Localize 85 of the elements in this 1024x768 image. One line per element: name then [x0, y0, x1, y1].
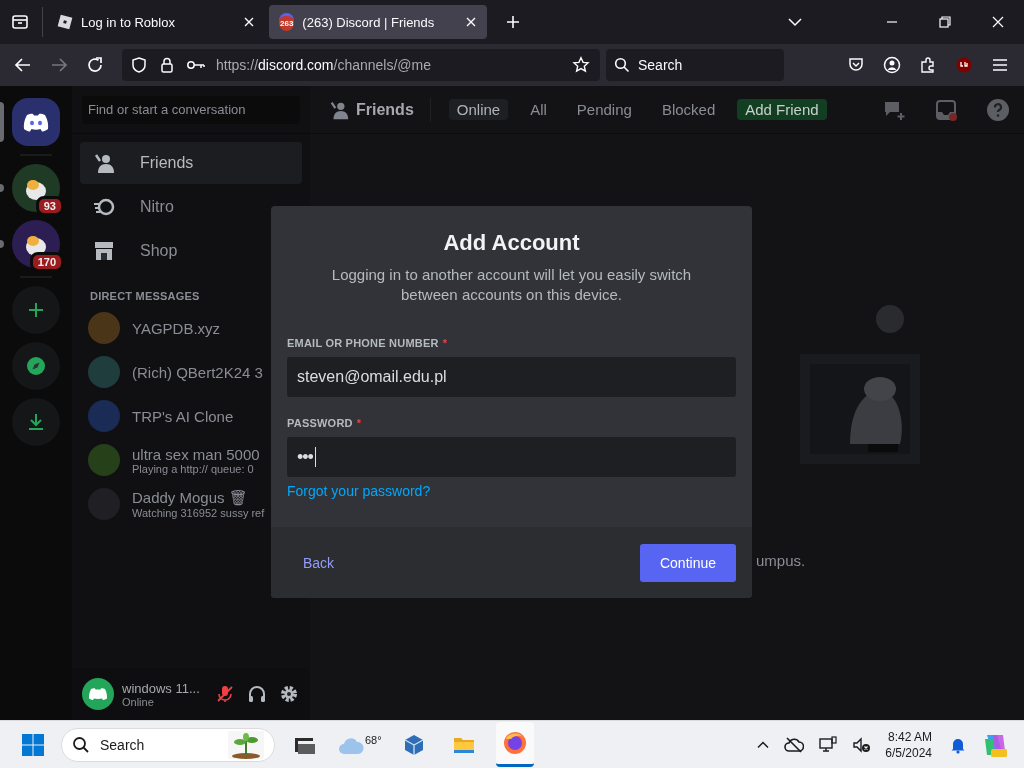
new-tab-icon[interactable]	[505, 14, 521, 30]
back-icon[interactable]	[14, 56, 32, 74]
tab-badge: 263	[279, 13, 295, 31]
unread-badge: 170	[29, 252, 64, 272]
muted-microphone-icon[interactable]	[215, 684, 235, 704]
search-icon	[72, 735, 90, 754]
unread-badge: 93	[35, 196, 64, 216]
star-icon[interactable]	[572, 56, 590, 74]
status-text: Online	[122, 695, 155, 708]
network-icon[interactable]	[818, 735, 839, 754]
filter-tab[interactable]: Pending	[568, 99, 640, 120]
address-bar[interactable]: https://discord.com/channels/@me	[122, 49, 600, 81]
cloud-off-icon[interactable]	[784, 735, 805, 754]
temperature-text: 68°	[365, 733, 382, 746]
user-name: ultra sex man 5000	[132, 445, 260, 463]
storefront-icon	[92, 239, 116, 263]
puzzle-icon[interactable]	[919, 56, 937, 74]
user-name: Daddy Mogus 🗑	[132, 489, 249, 507]
shield-extension-icon[interactable]	[955, 56, 973, 74]
continue-button[interactable]: Continue	[640, 543, 736, 582]
filter-tab[interactable]: Online	[448, 99, 509, 120]
empty-state-text: umpus.	[756, 552, 806, 569]
field-label: EMAIL OR PHONE NUMBER	[287, 337, 439, 349]
windows-start-icon[interactable]	[21, 732, 45, 757]
menu-icon[interactable]	[991, 56, 1009, 74]
controller-logo-icon	[22, 112, 50, 132]
field-label: PASSWORD	[287, 417, 353, 429]
filter-tab[interactable]: All	[522, 99, 555, 120]
activity-text: Watching 316952 sussy ref	[132, 507, 265, 519]
close-icon[interactable]	[465, 16, 477, 28]
add-friend-button[interactable]: Add Friend	[737, 99, 827, 120]
tab-title: Log in to Roblox	[81, 14, 176, 30]
compass-icon	[25, 355, 47, 377]
plus-icon	[26, 300, 46, 320]
download-button[interactable]	[12, 398, 60, 446]
filter-tab[interactable]: Blocked	[653, 99, 724, 120]
firefox-icon[interactable]	[501, 730, 528, 756]
account-icon[interactable]	[883, 56, 901, 74]
forgot-password-link[interactable]: Forgot your password?	[287, 483, 431, 499]
tab-list-icon[interactable]	[10, 12, 30, 32]
help-icon[interactable]	[986, 97, 1010, 122]
inbox-icon[interactable]	[934, 97, 958, 122]
forward-icon[interactable]	[50, 56, 68, 74]
dialog-description: Logging in to another account will let you easily switch between accounts on this device.	[330, 265, 693, 305]
browser-tab[interactable]: Log in to Roblox	[47, 5, 265, 39]
required-asterisk: *	[442, 337, 448, 349]
close-icon[interactable]	[243, 16, 255, 28]
nav-item[interactable]: Friends	[80, 142, 302, 184]
restore-icon[interactable]	[938, 15, 952, 29]
search-icon	[614, 57, 630, 73]
user-name: TRP's AI Clone	[132, 407, 234, 425]
home-button[interactable]	[12, 98, 60, 146]
headphones-icon[interactable]	[247, 684, 267, 704]
search-field[interactable]: Search	[606, 49, 784, 81]
tab-title: (263) Discord | Friends	[302, 14, 436, 30]
nav-item[interactable]: Nitro	[80, 186, 302, 228]
close-icon[interactable]	[991, 15, 1005, 29]
add-server-button[interactable]	[12, 286, 60, 334]
taskbar-search-field[interactable]: Search	[61, 727, 275, 762]
user-name: (Rich) QBert2K24 3	[132, 363, 263, 381]
url-text: https://discord.com/channels/@me	[216, 57, 431, 73]
user-name: windows 11...	[122, 680, 201, 696]
shield-icon[interactable]	[130, 56, 148, 74]
reload-icon[interactable]	[86, 56, 104, 74]
clock-time: 8:42 AM	[886, 728, 932, 745]
nav-item[interactable]: Shop	[80, 230, 302, 272]
clock-date: 6/5/2024	[885, 744, 932, 761]
password-field[interactable]: •••	[287, 437, 736, 477]
lock-icon[interactable]	[158, 56, 176, 74]
back-link[interactable]: Back	[287, 546, 351, 579]
speaker-muted-icon[interactable]	[852, 735, 873, 754]
section-heading: DIRECT MESSAGES	[89, 289, 201, 304]
pocket-icon[interactable]	[847, 56, 865, 74]
dialog-title: Add Account	[442, 230, 581, 256]
controller-logo-icon	[80, 676, 116, 712]
browser-tab[interactable]: 263 (263) Discord | Friends	[269, 5, 487, 39]
required-asterisk: *	[356, 417, 362, 429]
discover-button[interactable]	[12, 342, 60, 390]
user-name: YAGPDB.xyz	[132, 319, 221, 337]
conversation-search-field[interactable]: Find or start a conversation	[82, 96, 300, 124]
roblox-logo-icon	[57, 14, 73, 30]
activity-text: Playing a http:// queue: 0	[132, 462, 255, 475]
page-title: Friends	[356, 100, 414, 119]
settings-icon[interactable]	[279, 684, 299, 704]
email-field[interactable]: steven@omail.edu.pl	[287, 357, 736, 397]
